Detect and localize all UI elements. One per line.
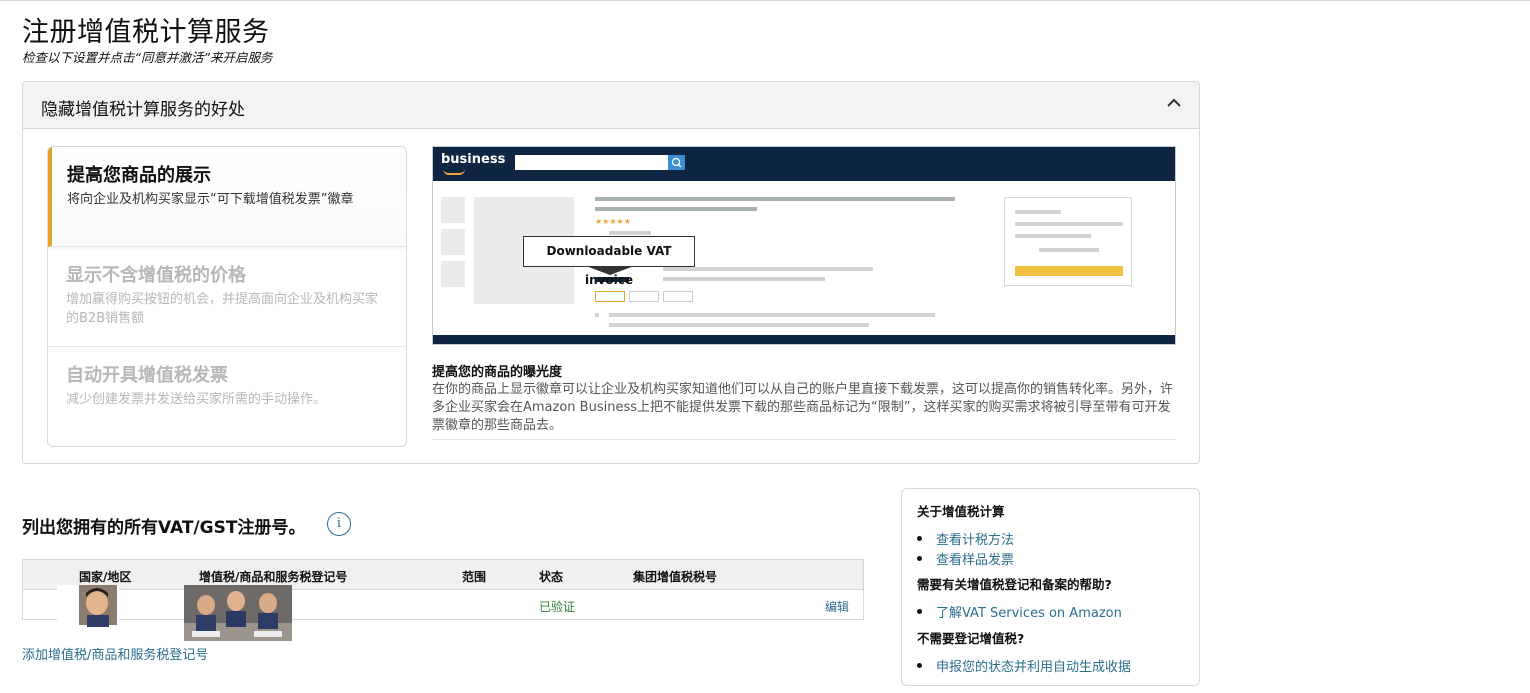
link-label: 查看样品发票	[936, 553, 1015, 568]
benefits-header[interactable]: 隐藏增值税计算服务的好处	[23, 82, 1199, 129]
column-header-status: 状态	[539, 570, 564, 584]
text-placeholder	[609, 231, 651, 235]
table-header: 国家/地区 增值税/商品和服务税登记号 范围 状态 集团增值税税号	[23, 560, 863, 590]
feature-desc: 减少创建发票并发送给买家所需的手动操作。	[66, 392, 327, 407]
status-badge: 已验证	[539, 600, 576, 614]
text-placeholder	[1015, 210, 1061, 214]
link-label: 查看计税方法	[936, 533, 1015, 548]
text-placeholder	[663, 277, 825, 281]
bullet-icon	[917, 556, 922, 561]
benefits-panel: 隐藏增值税计算服务的好处 提高您商品的展示 将向企业及机构买家显示“可下载增值税…	[22, 81, 1200, 464]
registrations-heading: 列出您拥有的所有VAT/GST注册号。	[22, 518, 306, 538]
bullet-icon	[917, 536, 922, 541]
buy-box-placeholder	[1004, 197, 1132, 286]
feature-title: 显示不含增值税的价格	[66, 265, 246, 286]
thumb-placeholder	[441, 261, 465, 287]
feature-preview-image: business ★★★★★ Downloadable VAT invoice	[432, 146, 1176, 345]
column-header-number: 增值税/商品和服务税登记号	[199, 570, 348, 584]
vat-invoice-badge: Downloadable VAT invoice	[523, 236, 695, 287]
feature-desc: 将向企业及机构买家显示“可下载增值税发票”徽章	[67, 192, 354, 207]
text-placeholder	[1015, 234, 1091, 238]
help-section-title: 需要有关增值税登记和备案的帮助?	[917, 577, 1112, 592]
info-icon[interactable]: i	[327, 512, 351, 536]
text-placeholder	[595, 197, 955, 201]
preview-search-icon	[668, 155, 685, 170]
feature-item-visibility[interactable]: 提高您商品的展示 将向企业及机构买家显示“可下载增值税发票”徽章	[48, 147, 406, 247]
feature-title: 提高您商品的展示	[67, 165, 211, 186]
view-sample-invoice-link[interactable]: 查看样品发票	[917, 549, 1014, 568]
thumb-placeholder	[441, 197, 465, 223]
preview-bottombar	[433, 335, 1175, 344]
view-tax-method-link[interactable]: 查看计税方法	[917, 529, 1014, 548]
text-placeholder	[663, 267, 873, 271]
page-title: 注册增值税计算服务	[22, 17, 270, 48]
text-placeholder	[595, 207, 757, 211]
text-placeholder	[1039, 248, 1099, 252]
option-placeholder	[663, 291, 693, 302]
benefits-header-label: 隐藏增值税计算服务的好处	[41, 100, 245, 120]
feature-item-auto-invoice[interactable]: 自动开具增值税发票 减少创建发票并发送给买家所需的手动操作。	[48, 347, 406, 446]
thumb-placeholder	[441, 229, 465, 255]
text-placeholder	[609, 313, 935, 317]
column-header-group-vat: 集团增值税税号	[633, 570, 718, 584]
feature-list: 提高您商品的展示 将向企业及机构买家显示“可下载增值税发票”徽章 显示不含增值税…	[47, 146, 407, 447]
feature-title: 自动开具增值税发票	[66, 365, 228, 386]
overlay-photo-child	[57, 585, 119, 627]
text-placeholder	[1015, 222, 1123, 226]
rating-stars-icon: ★★★★★	[595, 217, 631, 226]
page-subtitle: 检查以下设置并点击“同意并激活”来开启服务	[22, 50, 273, 65]
add-registration-link[interactable]: 添加增值税/商品和服务税登记号	[22, 644, 208, 663]
edit-link[interactable]: 编辑	[825, 598, 849, 615]
link-label: 了解VAT Services on Amazon	[936, 606, 1122, 621]
preview-caption-title: 提高您的商品的曝光度	[432, 365, 563, 380]
bullet-placeholder	[595, 313, 599, 317]
link-label: 申报您的状态并利用自动生成收据	[936, 660, 1132, 675]
help-section-title: 不需要登记增值税?	[917, 631, 1025, 646]
registrations-table: 国家/地区 增值税/商品和服务税登记号 范围 状态 集团增值税税号 已验证 编辑	[22, 559, 864, 620]
overlay-photo-children	[184, 585, 292, 641]
chevron-up-icon[interactable]	[1165, 94, 1183, 112]
declare-status-link[interactable]: 申报您的状态并利用自动生成收据	[917, 656, 1131, 675]
divider	[432, 439, 1176, 440]
vat-services-link[interactable]: 了解VAT Services on Amazon	[917, 602, 1122, 621]
preview-topbar: business	[433, 147, 1175, 181]
feature-desc: 增加赢得购买按钮的机会，并提高面向企业及机构买家的B2B销售额	[66, 292, 379, 326]
table-row: 已验证 编辑	[23, 590, 863, 620]
business-logo: business	[441, 152, 506, 167]
bullet-icon	[917, 609, 922, 614]
top-divider	[0, 0, 1530, 1]
buy-button-placeholder	[1015, 266, 1123, 276]
text-placeholder	[609, 323, 869, 327]
column-header-scope: 范围	[462, 570, 487, 584]
help-section-title: 关于增值税计算	[917, 504, 1005, 519]
feature-item-price-excl-vat[interactable]: 显示不含增值税的价格 增加赢得购买按钮的机会，并提高面向企业及机构买家的B2B销…	[48, 247, 406, 347]
bullet-icon	[917, 663, 922, 668]
help-card: 关于增值税计算 查看计税方法 查看样品发票 需要有关增值税登记和备案的帮助? 了…	[901, 488, 1200, 686]
smile-logo-icon	[443, 169, 465, 175]
preview-caption-body: 在你的商品上显示徽章可以让企业及机构买家知道他们可以从自己的账户里直接下载发票，…	[432, 382, 1174, 433]
column-header-country: 国家/地区	[79, 570, 132, 584]
preview-search-box	[515, 155, 668, 170]
option-placeholder	[629, 291, 659, 302]
